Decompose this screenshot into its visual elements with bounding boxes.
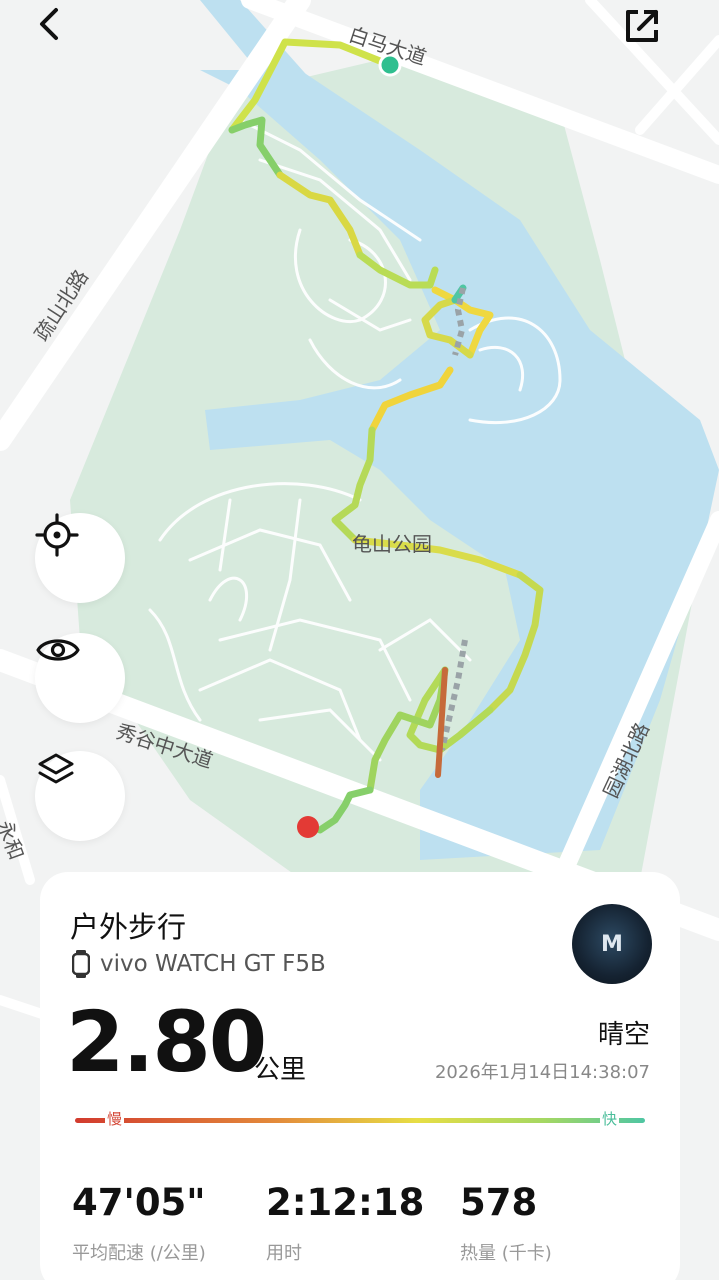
layers-icon [38, 753, 74, 784]
device-name: vivo WATCH GT F5B [100, 951, 326, 977]
stat-duration: 2:12:18 用时 [266, 1184, 424, 1265]
avatar-text: M [601, 931, 623, 957]
chevron-left-icon [40, 8, 58, 40]
crosshair-icon [35, 513, 79, 557]
workout-summary-card: 户外步行 vivo WATCH GT F5B M 2.80 公里 晴空 2026… [40, 872, 680, 1280]
stat-value: 2:12:18 [266, 1181, 425, 1224]
workout-datetime: 2026年1月14日14:38:07 [434, 1062, 650, 1083]
distance-unit: 公里 [254, 1055, 307, 1085]
device-row: vivo WATCH GT F5B [72, 950, 326, 978]
stat-label: 热量 (千卡) [460, 1243, 552, 1264]
back-button[interactable] [36, 6, 84, 54]
activity-title: 户外步行 [70, 910, 187, 944]
pace-gradient-bar [75, 1118, 645, 1123]
weather: 晴空 [597, 1020, 650, 1050]
park-label: 龟山公园 [352, 532, 432, 556]
avatar[interactable]: M [572, 904, 652, 984]
pace-fast-label: 快 [600, 1108, 620, 1129]
external-link-icon [626, 10, 658, 42]
visibility-button[interactable] [35, 633, 125, 723]
pace-slow-label: 慢 [105, 1108, 125, 1129]
locate-button[interactable] [35, 513, 125, 603]
watch-icon [72, 950, 90, 978]
stat-calories: 578 热量 (千卡) [460, 1184, 552, 1265]
stat-value: 578 [460, 1181, 538, 1224]
stat-label: 用时 [266, 1243, 302, 1264]
end-marker[interactable] [297, 816, 319, 838]
stat-label: 平均配速 (/公里) [72, 1243, 206, 1264]
distance-value: 2.80 [66, 993, 267, 1091]
layers-button[interactable] [35, 751, 125, 841]
share-button[interactable] [622, 6, 670, 54]
stat-value: 47'05" [72, 1181, 206, 1224]
eye-icon [36, 639, 80, 661]
stat-avg-pace: 47'05" 平均配速 (/公里) [72, 1184, 206, 1265]
